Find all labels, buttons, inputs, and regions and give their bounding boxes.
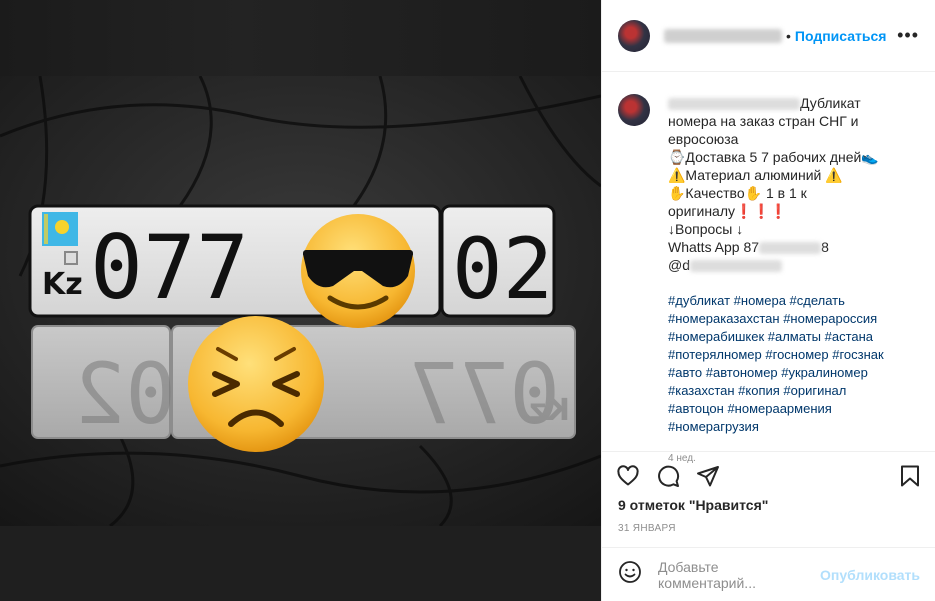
comment-input[interactable]: Добавьте комментарий... — [658, 559, 820, 591]
post-photo[interactable]: Kz 077 02 02 077 Kz — [0, 0, 601, 601]
hashtag-line[interactable]: #автоцон #номераармения — [668, 400, 919, 418]
bookmark-icon[interactable] — [898, 464, 922, 488]
caption-line-7: ↓Вопросы ↓ — [668, 221, 744, 237]
caption-line-5: ⚠️Материал алюминий ⚠️ — [668, 167, 843, 183]
post-header: • Подписаться ••• — [602, 0, 935, 72]
handle-blurred — [690, 260, 782, 273]
emoji-icon[interactable] — [618, 560, 642, 589]
comment-bar: Добавьте комментарий... Опубликовать — [602, 547, 935, 601]
post-info-panel: • Подписаться ••• Дубликат номера на зак… — [601, 0, 935, 601]
author-avatar[interactable] — [618, 19, 650, 52]
post-caption: Дубликат номера на заказ стран СНГ и евр… — [618, 94, 919, 464]
hashtag-line[interactable]: #потерялномер #госномер #госзнак — [668, 346, 919, 364]
hashtag-list: #дубликат #номера #сделать #номераказахс… — [668, 292, 919, 436]
caption-username-blurred[interactable] — [668, 98, 800, 111]
follow-button[interactable]: Подписаться — [795, 28, 887, 44]
photo-bottom-strip — [0, 526, 601, 601]
hashtag-line[interactable]: #авто #автономер #укралиномер — [668, 364, 919, 382]
photo-top-strip — [0, 0, 601, 76]
post-comment-button[interactable]: Опубликовать — [820, 567, 920, 583]
caption-line-8-suffix: 8 — [821, 239, 829, 255]
plate-country-code: Kz — [42, 267, 83, 302]
comment-icon[interactable] — [656, 464, 680, 488]
caption-line-9-prefix: @d — [668, 257, 690, 273]
hashtag-line[interactable]: #номерабишкек #алматы #астана — [668, 328, 919, 346]
caption-line-8-prefix: Whatts App 87 — [668, 239, 760, 255]
hashtag-line[interactable]: #номераказахстан #номерароссия — [668, 310, 919, 328]
header-separator: • — [786, 27, 791, 44]
hashtag-line[interactable]: #дубликат #номера #сделать — [668, 292, 919, 310]
instagram-post-view: Kz 077 02 02 077 Kz • Подписаться ••• Ду… — [0, 0, 935, 601]
caption-line-2: номера на заказ стран СНГ и — [668, 113, 859, 129]
photo-scene: Kz 077 02 02 077 Kz — [0, 76, 601, 526]
sunglasses-emoji — [301, 214, 415, 328]
hashtag-line[interactable]: #номерагрузия — [668, 418, 919, 436]
plate-region-number: 02 — [452, 220, 553, 318]
top-license-plate: Kz 077 02 — [28, 204, 556, 319]
post-date[interactable]: 31 ЯНВАРЯ — [618, 523, 676, 534]
caption-line-1: Дубликат — [800, 95, 861, 111]
caption-line-3: евросоюза — [668, 131, 739, 147]
caption-text: Дубликат номера на заказ стран СНГ и евр… — [668, 94, 919, 274]
heart-icon[interactable] — [616, 464, 640, 488]
hashtag-line[interactable]: #казахстан #копия #оригинал — [668, 382, 919, 400]
bottom-plate-country-code: Kz — [529, 393, 570, 428]
caption-line-6: ✋Качество✋ 1 в 1 к оригиналу❗❗❗ — [668, 185, 807, 219]
likes-count[interactable]: 9 отметок "Нравится" — [618, 497, 768, 513]
plate-main-number: 077 — [90, 216, 249, 319]
caption-line-4: ⌚Доставка 5 7 рабочих дней👟 — [668, 149, 879, 165]
caption-author-avatar[interactable] — [618, 94, 650, 126]
share-icon[interactable] — [696, 464, 720, 488]
more-options-icon[interactable]: ••• — [897, 25, 919, 46]
author-username-blurred[interactable] — [664, 28, 782, 43]
phone-blurred — [759, 242, 822, 255]
persevering-emoji — [188, 316, 324, 452]
post-actions — [602, 451, 935, 499]
bottom-plate-region-number: 02 — [75, 345, 176, 443]
